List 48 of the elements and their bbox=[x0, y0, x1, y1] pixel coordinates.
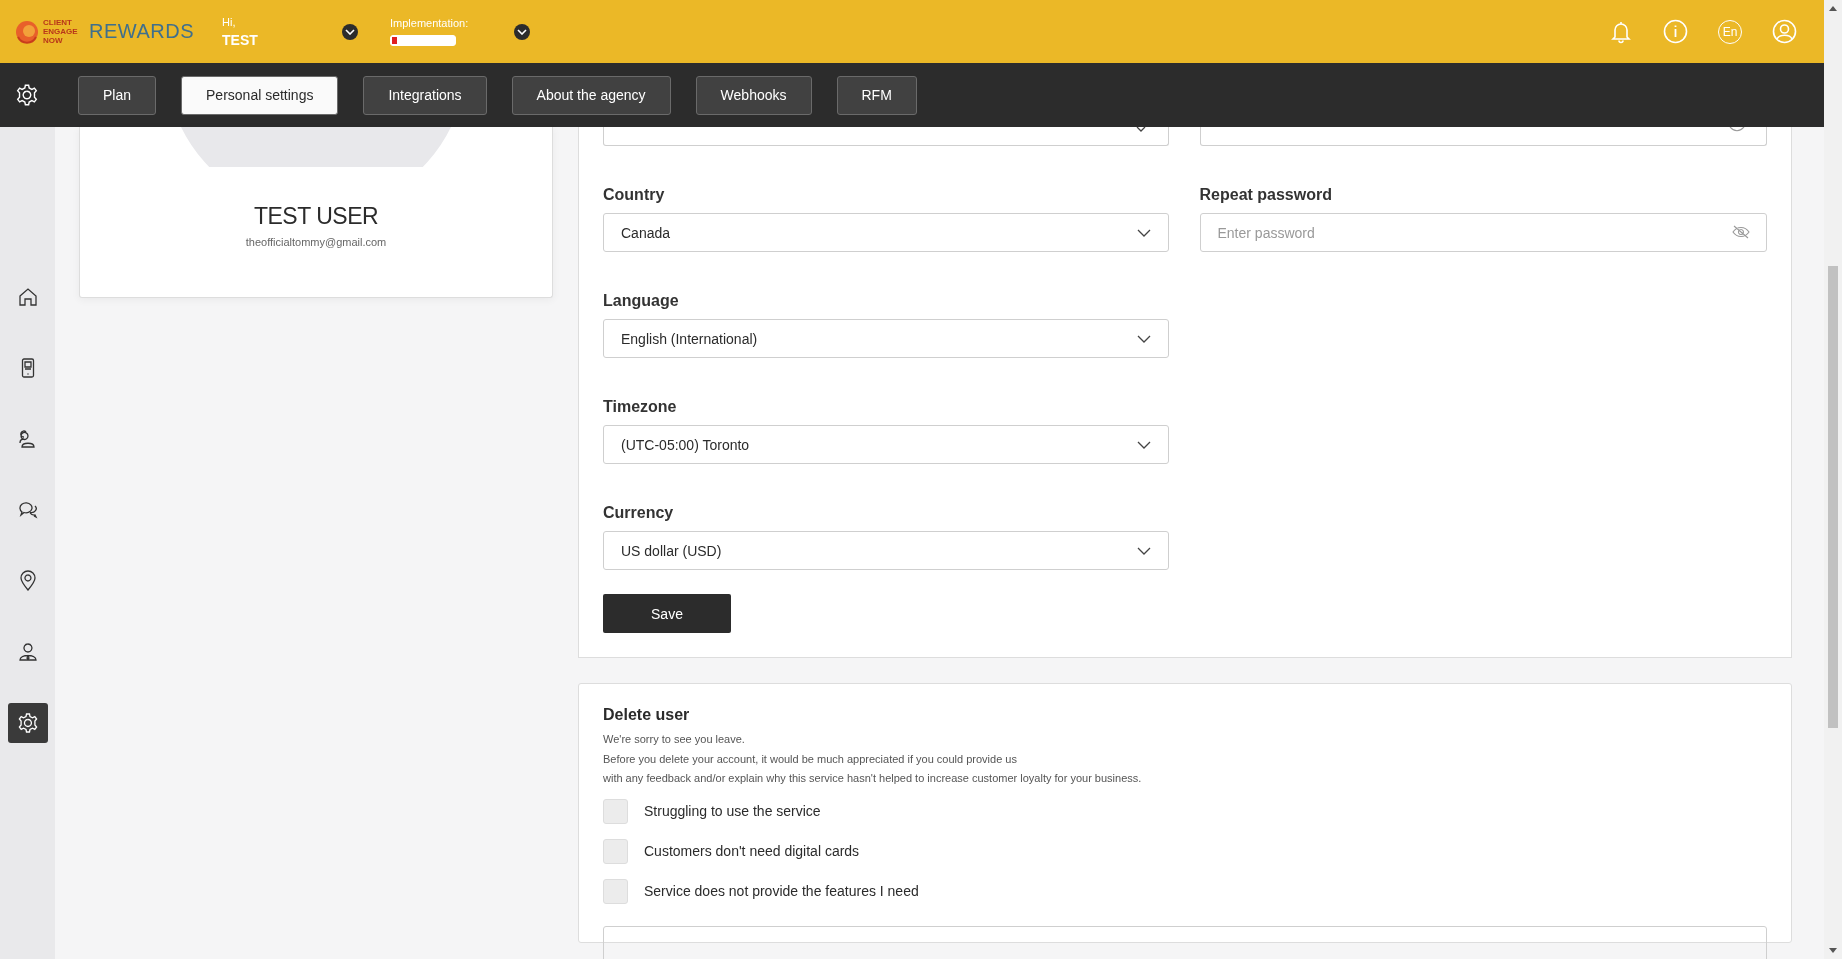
description-text: We're sorry to see you leave. bbox=[603, 732, 746, 747]
dropdown-field[interactable]: English (International) bbox=[603, 319, 1169, 358]
checkbox-label[interactable]: Struggling to use the service bbox=[644, 803, 821, 819]
field-label: Timezone bbox=[603, 398, 678, 416]
profile-name: TEST USER bbox=[253, 203, 379, 230]
sidebar-item[interactable] bbox=[7, 703, 48, 743]
chevron-down-icon bbox=[1136, 440, 1151, 449]
date-field[interactable] bbox=[603, 127, 1169, 146]
checkbox[interactable] bbox=[603, 838, 628, 864]
settings-icon[interactable] bbox=[14, 82, 40, 108]
dropdown-field[interactable]: Canada bbox=[603, 213, 1169, 252]
user-name: TEST bbox=[222, 31, 259, 48]
dropdown-chevron-icon[interactable] bbox=[514, 23, 530, 40]
section-title: Delete user bbox=[603, 706, 691, 724]
implementation-label: Implementation: bbox=[390, 17, 470, 29]
dropdown-chevron-icon[interactable] bbox=[342, 23, 358, 40]
tab[interactable]: About the agency bbox=[511, 75, 671, 115]
checkbox[interactable] bbox=[603, 878, 628, 904]
checkbox-label[interactable]: Customers don't need digital cards bbox=[644, 843, 860, 859]
chevron-down-icon bbox=[1136, 334, 1151, 343]
tab[interactable]: Plan bbox=[78, 75, 157, 115]
greeting-text: Hi, bbox=[222, 15, 237, 28]
tab[interactable]: Webhooks bbox=[695, 75, 812, 115]
logo-tagline: CLIENT ENGAGE NOW bbox=[43, 18, 79, 45]
field-label: Currency bbox=[603, 504, 675, 522]
logo-text: REWARDS bbox=[89, 20, 194, 43]
dropdown-field[interactable]: (UTC-05:00) Toronto bbox=[603, 425, 1169, 464]
save-button[interactable]: Save bbox=[603, 594, 731, 633]
scroll-down-arrow-icon[interactable] bbox=[1829, 948, 1837, 953]
chevron-down-icon bbox=[1136, 228, 1151, 237]
logo-icon bbox=[14, 18, 40, 45]
chevron-down-icon bbox=[1136, 546, 1151, 555]
field-label: Language bbox=[603, 292, 680, 310]
tab[interactable]: Personal settings bbox=[181, 75, 339, 115]
checkbox-label[interactable]: Service does not provide the features I need bbox=[644, 883, 919, 899]
description-text: with any feedback and/or explain why this service hasn't helped to increase customer loyalty for your business. bbox=[603, 771, 1143, 786]
field-label: Country bbox=[603, 186, 666, 204]
checkbox[interactable] bbox=[603, 798, 628, 824]
tab[interactable]: RFM bbox=[836, 75, 917, 115]
password-field[interactable]: Enter password bbox=[1199, 213, 1767, 252]
field-label: Repeat password bbox=[1199, 186, 1333, 204]
dropdown-field[interactable]: US dollar (USD) bbox=[603, 531, 1169, 570]
scrollbar[interactable] bbox=[1824, 0, 1842, 959]
scroll-up-arrow-icon[interactable] bbox=[1829, 6, 1837, 11]
tab[interactable]: Integrations bbox=[363, 75, 487, 115]
description-text: Before you delete your account, it would be much appreciated if you could provide us bbox=[603, 751, 1018, 767]
profile-email: theofficialtommy@gmail.com bbox=[245, 236, 387, 248]
password-field[interactable] bbox=[1199, 127, 1767, 146]
